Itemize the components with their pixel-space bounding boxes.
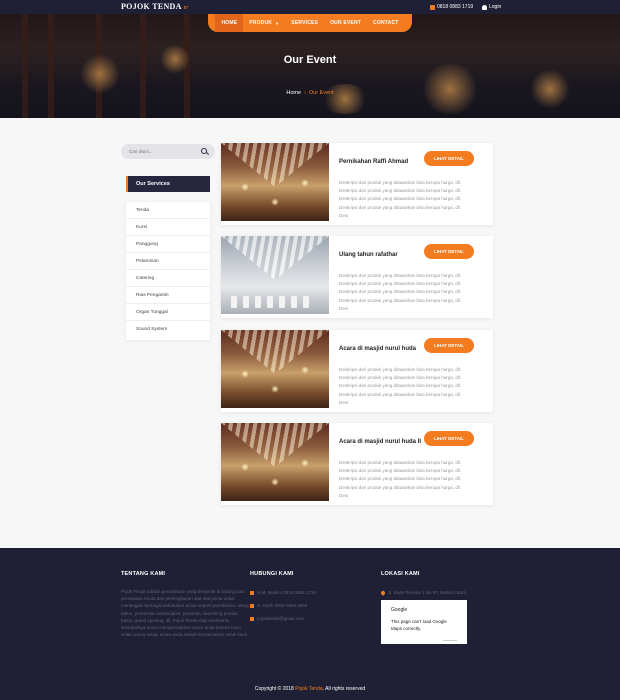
service-item-organ-tunggal[interactable]: Organ Tunggal — [126, 304, 210, 321]
nav-home[interactable]: HOME — [215, 14, 244, 32]
envelope-icon — [250, 616, 254, 621]
page-title: Our Event — [283, 54, 337, 66]
nav-our-event-label: OUR EVENT — [330, 20, 362, 26]
nav-produk[interactable]: PRODUK ▼ — [243, 14, 285, 32]
breadcrumb-current: Our Event — [308, 90, 334, 96]
event-title[interactable]: Acara di masjid nurul huda II — [339, 439, 421, 445]
event-title[interactable]: Acara di masjid nurul huda — [339, 346, 416, 352]
contact-phone-2-text: H. Oyeh 0818 0863 6590 — [257, 603, 308, 608]
service-item-tenda[interactable]: Tenda — [126, 202, 210, 219]
about-heading: TENTANG KAMI — [121, 571, 166, 577]
contact-phone-2: H. Oyeh 0818 0863 6590 — [250, 603, 307, 608]
breadcrumb: Home › Our Event — [0, 90, 620, 96]
event-image[interactable] — [221, 236, 329, 314]
nav-produk-label: PRODUK — [249, 20, 273, 26]
address-text: Jl. Kuari Perwira 1 No 57, Bekasi Utara — [388, 590, 467, 595]
address: Jl. Kuari Perwira 1 No 57, Bekasi Utara — [380, 589, 467, 596]
user-icon — [482, 4, 487, 10]
copyright-suffix: . All rights reserved — [322, 686, 366, 692]
footer — [0, 548, 620, 700]
view-detail-button[interactable]: LIHAT DETAIL — [424, 151, 474, 166]
services-heading: Our Services — [126, 176, 210, 192]
breadcrumb-separator-icon: › — [304, 90, 306, 96]
login-label: Login — [489, 4, 502, 10]
phone-icon — [250, 590, 254, 595]
nav-services-label: SERVICES — [291, 20, 319, 26]
search-icon[interactable] — [201, 148, 207, 154]
brand-logo[interactable]: POJOK TENDA 87 — [121, 2, 188, 11]
contact-phone-1: H.M. Muslim 0818 0883 1719 — [250, 590, 316, 595]
google-map-embed[interactable]: Google This page can't load Google Maps … — [381, 600, 467, 644]
copyright-prefix: Copyright © 2018 — [254, 686, 294, 692]
brand-name: POJOK TENDA — [121, 2, 182, 11]
map-error-message: This page can't load Google Maps correct… — [391, 619, 447, 631]
breadcrumb-home[interactable]: Home — [286, 90, 301, 96]
phone-icon — [430, 4, 435, 10]
contact-email[interactable]: pojoktenda@gmail.com — [250, 616, 304, 621]
event-card: Acara di masjid nurul huda LIHAT DETAIL … — [221, 330, 493, 412]
map-brand: Google — [391, 607, 408, 613]
event-image[interactable] — [221, 143, 329, 221]
login-link[interactable]: Login — [482, 4, 501, 10]
event-description: Deskripsi dari produk yang ditawarkan bi… — [339, 273, 462, 311]
nav-home-label: HOME — [221, 20, 238, 26]
nav-contact[interactable]: CONTACT — [367, 14, 404, 32]
chevron-down-icon: ▼ — [275, 20, 280, 26]
nav-our-event[interactable]: OUR EVENT — [324, 14, 367, 32]
phone-icon — [250, 603, 254, 608]
contact-phone-1-text: H.M. Muslim 0818 0883 1719 — [257, 590, 316, 595]
map-ok-divider — [443, 640, 457, 644]
main-nav: HOME PRODUK ▼ SERVICES OUR EVENT CONTACT — [208, 14, 412, 32]
copyright: Copyright © 2018 Pojok Tenda. All rights… — [0, 686, 620, 692]
event-title[interactable]: Pernikahan Raffi Ahmad — [339, 159, 408, 165]
location-heading: LOKASI KAMI — [381, 571, 420, 577]
service-item-panggung[interactable]: Panggung — [126, 236, 210, 253]
about-text: Pojok Tenda adalah perusahaan yang berge… — [121, 589, 249, 638]
services-heading-label: Our Services — [136, 181, 170, 187]
view-detail-button[interactable]: LIHAT DETAIL — [424, 338, 474, 353]
top-bar — [0, 0, 620, 14]
event-card: Ulang tahun rafathar LIHAT DETAIL Deskri… — [221, 236, 493, 318]
service-item-pelaminan[interactable]: Pelaminan — [126, 253, 210, 270]
top-phone: 0818 0883 1719 — [430, 4, 473, 10]
view-detail-button[interactable]: LIHAT DETAIL — [424, 244, 474, 259]
service-item-sound-system[interactable]: Sound System — [126, 321, 210, 338]
service-item-catering[interactable]: Catering — [126, 270, 210, 287]
event-description: Deskripsi dari produk yang ditawarkan bi… — [339, 460, 462, 498]
nav-contact-label: CONTACT — [373, 20, 399, 26]
copyright-brand-link[interactable]: Pojok Tenda — [295, 686, 322, 692]
event-card: Acara di masjid nurul huda II LIHAT DETA… — [221, 423, 493, 505]
event-card: Pernikahan Raffi Ahmad LIHAT DETAIL Desk… — [221, 143, 493, 225]
event-description: Deskripsi dari produk yang ditawarkan bi… — [339, 180, 462, 218]
contact-email-text: pojoktenda@gmail.com — [257, 616, 305, 621]
view-detail-button[interactable]: LIHAT DETAIL — [424, 431, 474, 446]
map-pin-icon — [380, 589, 386, 596]
event-image[interactable] — [221, 330, 329, 408]
top-phone-number: 0818 0883 1719 — [437, 4, 474, 10]
contact-heading: HUBUNGI KAMI — [250, 571, 294, 577]
nav-services[interactable]: SERVICES — [285, 14, 324, 32]
service-item-kursi[interactable]: Kursi — [126, 219, 210, 236]
brand-tag: 87 — [183, 4, 189, 10]
search-input[interactable] — [129, 148, 189, 155]
event-description: Deskripsi dari produk yang ditawarkan bi… — [339, 367, 462, 405]
event-image[interactable] — [221, 423, 329, 501]
event-title[interactable]: Ulang tahun rafathar — [339, 252, 398, 258]
service-item-rias-pengantin[interactable]: Rias Pengantin — [126, 287, 210, 304]
services-list: Tenda Kursi Panggung Pelaminan Catering … — [126, 202, 210, 340]
